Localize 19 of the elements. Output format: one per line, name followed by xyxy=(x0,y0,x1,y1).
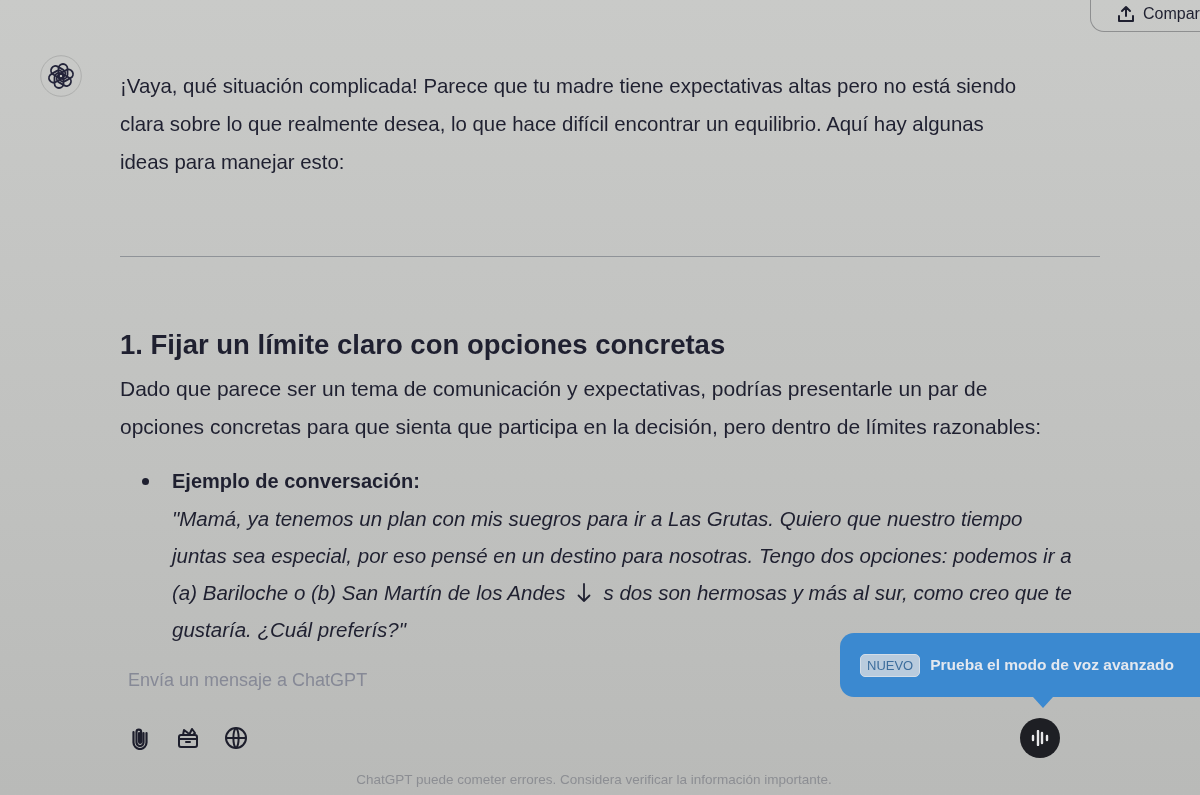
arrow-down-icon[interactable] xyxy=(577,582,592,603)
quote-text: "Mamá, ya tenemos un plan con mis suegros para ir a Las Grutas. Quiero que nuestro tiempo xyxy=(172,506,1023,532)
box-icon[interactable] xyxy=(176,726,200,750)
new-badge: NUEVO xyxy=(860,653,921,677)
sound-wave-icon xyxy=(1031,730,1049,746)
logo-icon xyxy=(40,55,82,97)
section-heading: 1. Fijar un límite claro con opciones concretas xyxy=(120,328,727,362)
globe-icon[interactable] xyxy=(224,726,248,750)
share-icon xyxy=(1117,4,1135,23)
quote-text: (a) Bariloche o (b) San Martín de los Andes xyxy=(172,580,566,606)
share-button[interactable]: Compar xyxy=(1090,0,1200,32)
tooltip-text: Prueba el modo de voz avanzado xyxy=(930,656,1174,674)
bullet-icon xyxy=(142,478,149,485)
bullet-label: Ejemplo de conversación: xyxy=(172,469,421,494)
voice-mode-button[interactable] xyxy=(1020,718,1060,758)
message-paragraph: ¡Vaya, qué situación complicada! Parece que tu madre tiene expectativas altas pero no está siendo clara sobre lo que realmente desea, lo que hace difícil encontrar un equilibrio. Aquí hay algunas ideas para manejar esto: xyxy=(120,74,1018,175)
quote-text: s dos son hermosas y más al sur, como creo que te xyxy=(603,580,1072,606)
quote-text: gustaría. ¿Cuál preferís?" xyxy=(172,617,407,643)
message-paragraph: Dado que parece ser un tema de comunicación y expectativas, podrías presentarle un par de opciones concretas para que sienta que participa en la decisión, pero dentro de límites razonables: xyxy=(120,376,1043,440)
